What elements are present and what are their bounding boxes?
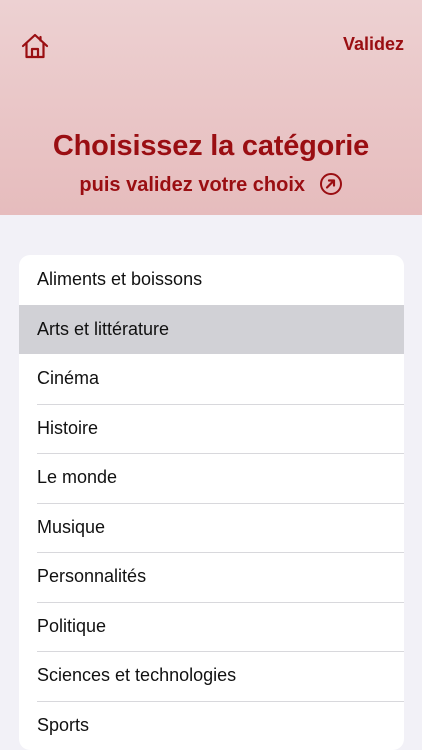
list-item-histoire[interactable]: Histoire — [19, 403, 404, 454]
page-subtitle: puis validez votre choix — [0, 172, 422, 197]
list-item-label: Sciences et technologies — [37, 665, 237, 685]
list-item-politique[interactable]: Politique — [19, 601, 404, 652]
list-item-label: Sports — [37, 714, 90, 735]
circled-arrow-icon — [319, 172, 343, 196]
list-item-label: Personnalités — [37, 566, 147, 586]
list-item-cinema[interactable]: Cinéma — [19, 354, 404, 404]
home-icon — [20, 31, 52, 61]
list-item-arts-et-litterature[interactable]: Arts et littérature — [19, 304, 404, 354]
home-button[interactable] — [20, 31, 52, 63]
subtitle-text: puis validez votre choix — [79, 174, 306, 196]
list-item-label: Politique — [37, 615, 107, 636]
header: Validez Choisissez la catégorie puis val… — [0, 0, 422, 215]
list-item-le-monde[interactable]: Le monde — [19, 453, 404, 503]
list-item-aliments-et-boissons[interactable]: Aliments et boissons — [19, 255, 404, 305]
list-item-musique[interactable]: Musique — [19, 502, 404, 553]
validate-button[interactable]: Validez — [343, 34, 404, 55]
page-title: Choisissez la catégorie — [52, 130, 370, 162]
list-item-sports[interactable]: Sports — [19, 700, 404, 750]
list-item-label: Le monde — [37, 467, 118, 487]
category-list: Aliments et boissons Arts et littérature… — [19, 255, 404, 750]
list-item-personnalites[interactable]: Personnalités — [19, 552, 404, 602]
list-item-label: Cinéma — [37, 368, 100, 388]
list-item-label: Histoire — [37, 417, 99, 438]
list-item-sciences-et-technologies[interactable]: Sciences et technologies — [19, 651, 404, 701]
list-item-label: Musique — [37, 516, 106, 537]
list-item-label: Arts et littérature — [37, 318, 170, 339]
list-item-label: Aliments et boissons — [37, 269, 203, 289]
